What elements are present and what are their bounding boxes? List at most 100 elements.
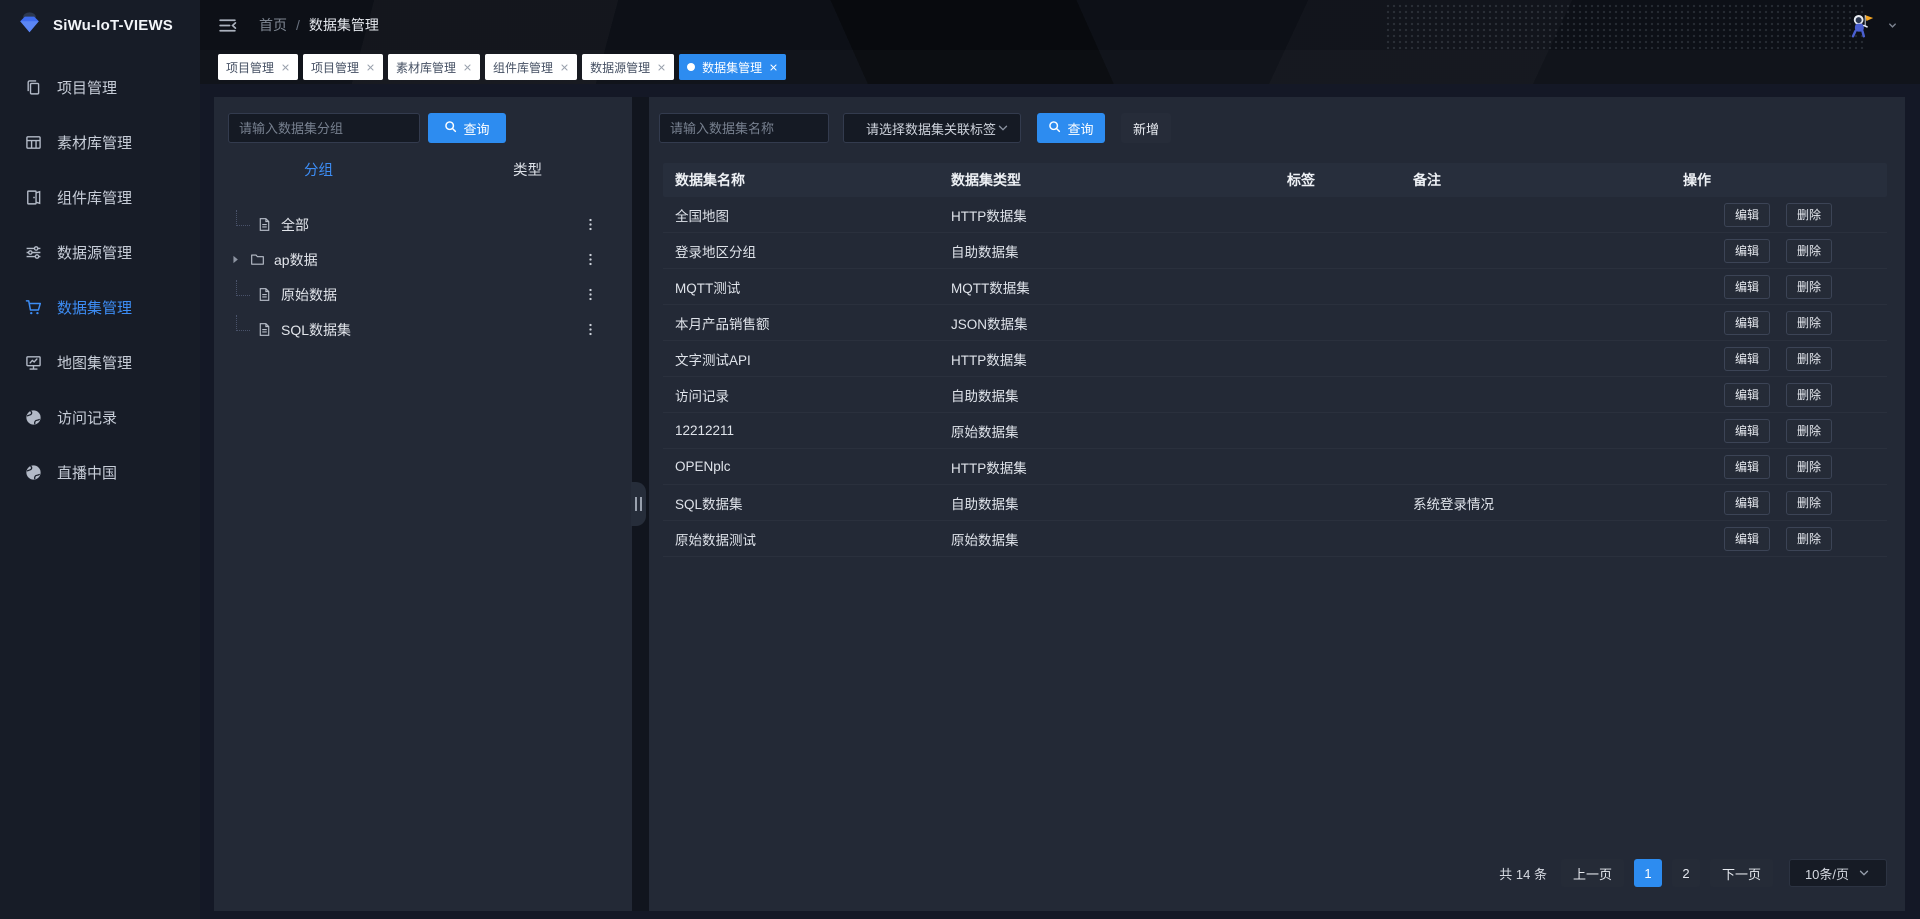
page-number-button[interactable]: 1 [1634, 859, 1662, 887]
group-search-button[interactable]: 查询 [428, 113, 506, 143]
dataset-search-button[interactable]: 查询 [1037, 113, 1105, 143]
view-tab[interactable]: 素材库管理 [388, 54, 480, 80]
close-icon[interactable] [769, 63, 778, 72]
close-icon[interactable] [463, 63, 472, 72]
sidebar-item[interactable]: 地图集管理 [0, 335, 200, 390]
sidebar-item[interactable]: 数据集管理 [0, 280, 200, 335]
more-icon[interactable] [583, 252, 598, 267]
sidebar-item-label: 素材库管理 [57, 132, 132, 153]
cell-actions: 编辑 删除 [1669, 527, 1887, 551]
edit-button[interactable]: 编辑 [1724, 455, 1770, 479]
header-zone: 首页 / 数据集管理 项目管理 [200, 0, 1920, 84]
delete-button[interactable]: 删除 [1786, 419, 1832, 443]
sidebar-item[interactable]: 访问记录 [0, 390, 200, 445]
panel-tab[interactable]: 分组 [214, 159, 423, 180]
dataset-name-input[interactable] [659, 113, 829, 143]
sidebar-item[interactable]: 直播中国 [0, 445, 200, 500]
cell-dataset-name: 登录地区分组 [663, 241, 939, 261]
active-tab-dot [687, 63, 695, 71]
cell-dataset-name: 原始数据测试 [663, 529, 939, 549]
more-icon[interactable] [583, 287, 598, 302]
table-row: OPENplc HTTP数据集 编辑 删除 [663, 449, 1887, 485]
edit-button[interactable]: 编辑 [1724, 311, 1770, 335]
sidebar-item[interactable]: 数据源管理 [0, 225, 200, 280]
table-row: 全国地图 HTTP数据集 编辑 删除 [663, 197, 1887, 233]
more-icon[interactable] [583, 217, 598, 232]
add-dataset-button[interactable]: 新增 [1121, 113, 1171, 143]
edit-button[interactable]: 编辑 [1724, 383, 1770, 407]
view-tab[interactable]: 项目管理 [218, 54, 298, 80]
folder-icon [250, 252, 265, 267]
table-row: SQL数据集 自助数据集 系统登录情况 编辑 删除 [663, 485, 1887, 521]
caret-right-icon[interactable] [230, 254, 250, 265]
datasource-sliders-icon [25, 244, 42, 261]
cell-actions: 编辑 删除 [1669, 491, 1887, 515]
sidebar-item[interactable]: 素材库管理 [0, 115, 200, 170]
dataset-cart-icon [25, 299, 42, 316]
delete-button[interactable]: 删除 [1786, 203, 1832, 227]
cell-dataset-type: HTTP数据集 [939, 349, 1275, 369]
next-page-button[interactable]: 下一页 [1710, 859, 1773, 887]
delete-button[interactable]: 删除 [1786, 311, 1832, 335]
collapse-sidebar-icon[interactable] [218, 17, 237, 34]
edit-button[interactable]: 编辑 [1724, 239, 1770, 263]
tree-guide-line [236, 280, 250, 296]
group-search-button-label: 查询 [463, 119, 489, 138]
close-icon[interactable] [281, 63, 290, 72]
page-size-select[interactable]: 10条/页 [1789, 859, 1887, 887]
cell-dataset-type: 自助数据集 [939, 241, 1275, 261]
tree-node-label: SQL数据集 [281, 320, 351, 340]
chevron-down-icon[interactable] [1887, 20, 1898, 31]
breadcrumb-separator: / [296, 17, 300, 33]
delete-button[interactable]: 删除 [1786, 275, 1832, 299]
edit-button[interactable]: 编辑 [1724, 203, 1770, 227]
delete-button[interactable]: 删除 [1786, 527, 1832, 551]
view-tab-label: 数据源管理 [590, 59, 650, 76]
delete-button[interactable]: 删除 [1786, 383, 1832, 407]
column-header-type: 数据集类型 [939, 170, 1275, 190]
sidebar-item[interactable]: 组件库管理 [0, 170, 200, 225]
cell-remark: 系统登录情况 [1401, 493, 1669, 513]
delete-button[interactable]: 删除 [1786, 239, 1832, 263]
tree-node[interactable]: SQL数据集 [214, 312, 632, 347]
view-tab[interactable]: 数据源管理 [582, 54, 674, 80]
view-tab[interactable]: 数据集管理 [679, 54, 786, 80]
view-tab-label: 素材库管理 [396, 59, 456, 76]
table-header: 数据集名称 数据集类型 标签 备注 操作 [663, 163, 1887, 197]
splitter-handle[interactable] [631, 482, 646, 526]
edit-button[interactable]: 编辑 [1724, 491, 1770, 515]
delete-button[interactable]: 删除 [1786, 455, 1832, 479]
breadcrumb-home[interactable]: 首页 [259, 15, 287, 35]
panel-splitter [632, 97, 649, 911]
more-icon[interactable] [583, 322, 598, 337]
table-row: 原始数据测试 原始数据集 编辑 删除 [663, 521, 1887, 557]
sidebar-item-label: 直播中国 [57, 462, 117, 483]
page-number-button[interactable]: 2 [1672, 859, 1700, 887]
delete-button[interactable]: 删除 [1786, 347, 1832, 371]
view-tab[interactable]: 项目管理 [303, 54, 383, 80]
close-icon[interactable] [560, 63, 569, 72]
close-icon[interactable] [657, 63, 666, 72]
edit-button[interactable]: 编辑 [1724, 275, 1770, 299]
tag-select[interactable]: 请选择数据集关联标签 [843, 113, 1021, 143]
material-grid-icon [25, 134, 42, 151]
panel-tab[interactable]: 类型 [423, 159, 632, 180]
edit-button[interactable]: 编辑 [1724, 347, 1770, 371]
cell-actions: 编辑 删除 [1669, 311, 1887, 335]
close-icon[interactable] [366, 63, 375, 72]
tree-node[interactable]: 原始数据 [214, 277, 632, 312]
table-body: 全国地图 HTTP数据集 编辑 删除 登录地区分组 自助数据集 [663, 197, 1887, 557]
cell-dataset-type: 原始数据集 [939, 421, 1275, 441]
cell-dataset-name: 文字测试API [663, 349, 939, 369]
delete-button[interactable]: 删除 [1786, 491, 1832, 515]
prev-page-button[interactable]: 上一页 [1561, 859, 1624, 887]
tree-node[interactable]: 全部 [214, 207, 632, 242]
sidebar-item[interactable]: 项目管理 [0, 60, 200, 115]
edit-button[interactable]: 编辑 [1724, 527, 1770, 551]
user-avatar[interactable] [1846, 10, 1876, 40]
edit-button[interactable]: 编辑 [1724, 419, 1770, 443]
view-tab[interactable]: 组件库管理 [485, 54, 577, 80]
sidebar: SiWu-IoT-VIEWS 项目管理 素材库管理 组件库管理 数据源管理 [0, 0, 200, 919]
group-search-input[interactable] [228, 113, 420, 143]
tree-node[interactable]: ap数据 [214, 242, 632, 277]
